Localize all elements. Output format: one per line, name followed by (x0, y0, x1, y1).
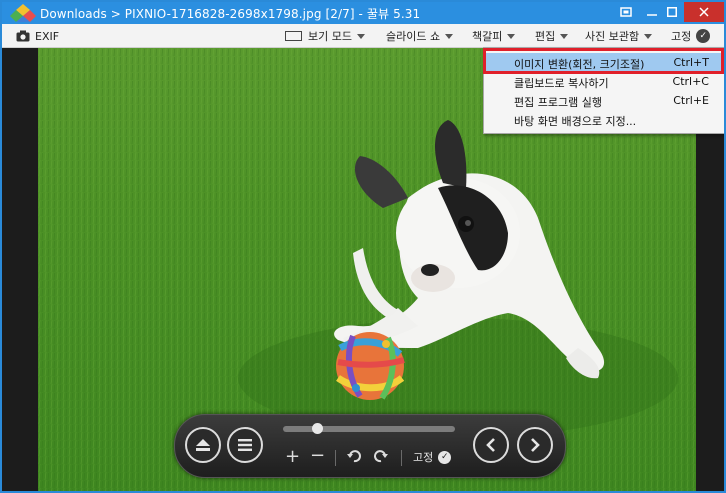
playback-control-bar: + − 고정 ✓ (174, 414, 566, 478)
title-bar[interactable]: Downloads > PIXNIO-1716828-2698x1798.jpg… (2, 2, 724, 24)
toolbar: EXIF 보기 모드 슬라이드 쇼 책갈피 편집 사진 보관함 고정 ✓ (2, 24, 724, 48)
zoom-out-icon[interactable]: − (310, 447, 325, 465)
edit-label: 편집 (535, 30, 556, 43)
menu-item-run-editor[interactable]: 편집 프로그램 실행 Ctrl+E (484, 91, 724, 109)
pin-label: 고정 (671, 30, 692, 43)
menu-item-label: 클립보드로 복사하기 (514, 77, 609, 90)
app-window: Downloads > PIXNIO-1716828-2698x1798.jpg… (0, 0, 726, 493)
maximize-button[interactable] (658, 2, 686, 22)
pin-toggle-label: 고정 (413, 451, 434, 464)
chevron-down-icon (507, 33, 516, 39)
slider-thumb[interactable] (312, 423, 323, 434)
bookmark-menu[interactable]: 책갈피 (472, 28, 516, 44)
slideshow-label: 슬라이드 쇼 (386, 30, 441, 43)
pin-toggle[interactable]: 고정 ✓ (413, 449, 452, 465)
exif-button[interactable]: EXIF (16, 28, 59, 44)
close-button[interactable] (684, 2, 724, 22)
zoom-in-icon[interactable]: + (285, 448, 300, 466)
app-logo-icon (10, 4, 36, 22)
view-mode-label: 보기 모드 (308, 30, 352, 43)
exif-label: EXIF (35, 29, 60, 43)
menu-item-shortcut: Ctrl+E (673, 94, 709, 107)
fullscreen-icon[interactable] (612, 2, 640, 22)
chevron-down-icon (356, 33, 365, 39)
hamburger-icon (238, 439, 252, 451)
chevron-right-icon (531, 438, 540, 452)
view-mode-icon (285, 31, 302, 41)
previous-image-button[interactable] (473, 427, 509, 463)
menu-item-label: 바탕 화면 배경으로 지정... (514, 115, 637, 128)
menu-item-set-wallpaper[interactable]: 바탕 화면 배경으로 지정... (484, 110, 724, 128)
check-icon: ✓ (438, 450, 452, 464)
divider (401, 450, 402, 466)
menu-item-copy-clipboard[interactable]: 클립보드로 복사하기 Ctrl+C (484, 72, 724, 90)
edit-menu[interactable]: 편집 (535, 28, 569, 44)
album-label: 사진 보관함 (585, 30, 640, 43)
image-position-slider[interactable] (283, 423, 455, 434)
eject-icon (196, 439, 210, 451)
check-icon: ✓ (696, 29, 711, 43)
eject-button[interactable] (185, 427, 221, 463)
bookmark-label: 책갈피 (472, 30, 503, 43)
chevron-down-icon (445, 33, 454, 39)
rotate-left-icon[interactable] (346, 448, 362, 464)
slideshow-menu[interactable]: 슬라이드 쇼 (386, 28, 454, 44)
chevron-down-icon (560, 33, 569, 39)
next-image-button[interactable] (517, 427, 553, 463)
view-mode-menu[interactable]: 보기 모드 (285, 28, 365, 44)
menu-item-label: 편집 프로그램 실행 (514, 96, 602, 109)
annotation-highlight-box (483, 48, 724, 74)
toy-ball (336, 332, 405, 400)
menu-button[interactable] (227, 427, 263, 463)
chevron-down-icon (644, 33, 653, 39)
album-menu[interactable]: 사진 보관함 (585, 28, 653, 44)
rotate-right-icon[interactable] (373, 448, 389, 464)
divider (335, 450, 336, 466)
window-title: Downloads > PIXNIO-1716828-2698x1798.jpg… (40, 7, 421, 21)
pin-button[interactable]: 고정 ✓ (671, 28, 711, 44)
camera-icon (16, 30, 30, 42)
chevron-left-icon (486, 438, 495, 452)
menu-item-shortcut: Ctrl+C (672, 75, 709, 88)
